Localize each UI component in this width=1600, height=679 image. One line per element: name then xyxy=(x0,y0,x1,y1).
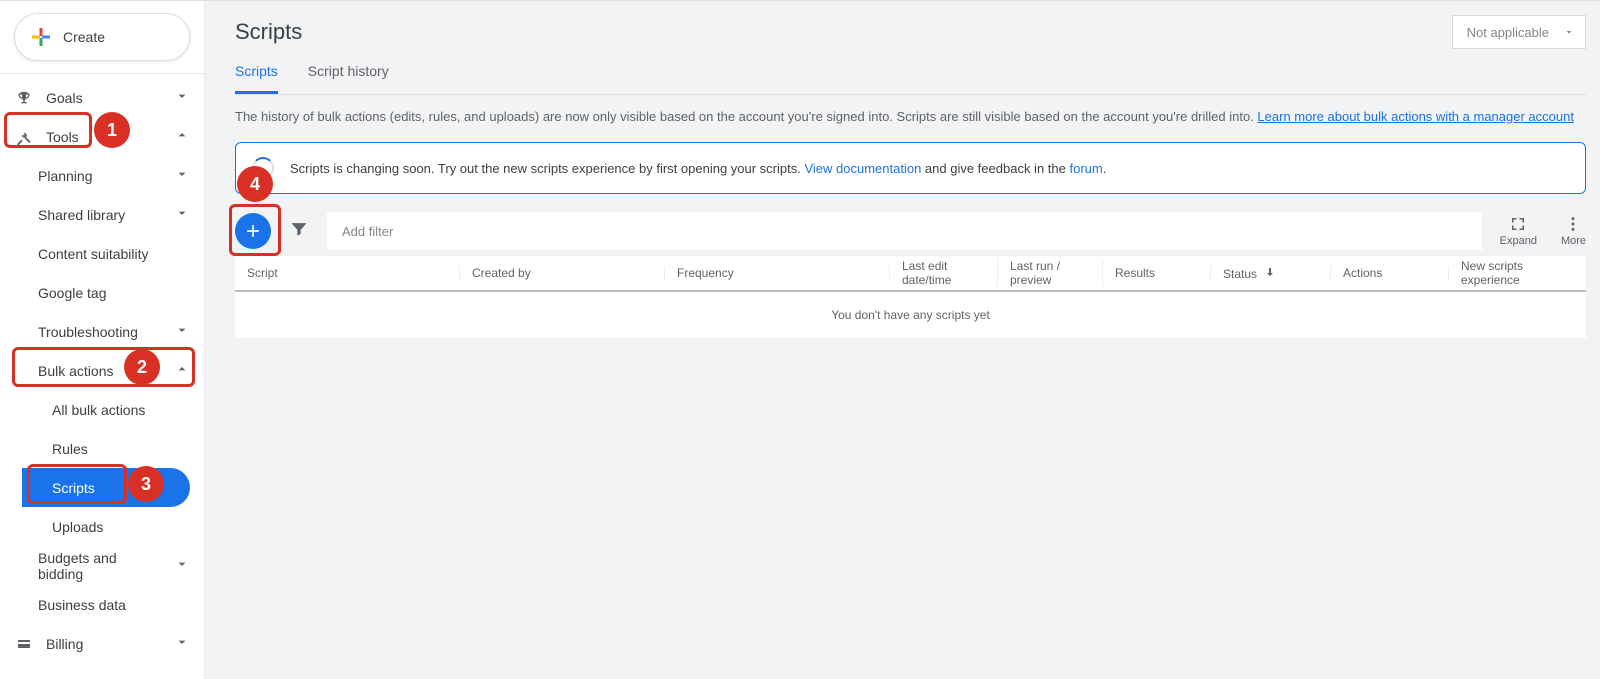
th-script[interactable]: Script xyxy=(235,266,460,280)
view-documentation-link[interactable]: View documentation xyxy=(804,161,921,176)
chevron-down-icon xyxy=(174,634,190,653)
scripts-table: Script Created by Frequency Last edit da… xyxy=(235,256,1586,338)
nav-shared-library[interactable]: Shared library xyxy=(0,195,204,234)
chevron-down-icon xyxy=(174,556,190,575)
forum-link[interactable]: forum xyxy=(1069,161,1102,176)
scope-dropdown[interactable]: Not applicable xyxy=(1452,15,1586,49)
nav-label: All bulk actions xyxy=(52,402,190,418)
chevron-up-icon xyxy=(174,127,190,146)
nav-business-data[interactable]: Business data xyxy=(0,585,204,624)
tab-script-history[interactable]: Script history xyxy=(308,63,389,94)
th-created-by[interactable]: Created by xyxy=(460,266,665,280)
nav-bulk-actions[interactable]: Bulk actions xyxy=(0,351,204,390)
plus-icon xyxy=(243,221,263,241)
learn-more-link[interactable]: Learn more about bulk actions with a man… xyxy=(1257,109,1574,124)
chevron-down-icon xyxy=(174,88,190,107)
trophy-icon xyxy=(14,90,34,106)
chevron-down-icon xyxy=(174,322,190,341)
callout-1: 1 xyxy=(94,112,130,148)
plus-multicolor-icon xyxy=(29,25,53,49)
chevron-down-icon xyxy=(174,205,190,224)
expand-icon xyxy=(1509,215,1527,233)
tab-scripts[interactable]: Scripts xyxy=(235,63,278,94)
more-vert-icon xyxy=(1564,215,1582,233)
nav-label: Budgets and bidding xyxy=(38,550,162,582)
nav-label: Scripts xyxy=(52,480,95,496)
nav-uploads[interactable]: Uploads xyxy=(0,507,204,546)
nav-goals[interactable]: Goals xyxy=(0,78,204,117)
nav-label: Google tag xyxy=(38,285,190,301)
tabs: Scripts Script history xyxy=(235,63,1586,95)
create-label: Create xyxy=(63,29,105,45)
nav-label: Troubleshooting xyxy=(38,324,162,340)
th-frequency[interactable]: Frequency xyxy=(665,266,890,280)
info-text: The history of bulk actions (edits, rule… xyxy=(235,109,1586,124)
nav-label: Shared library xyxy=(38,207,162,223)
nav-scripts[interactable]: Scripts xyxy=(0,468,204,507)
chevron-down-icon xyxy=(174,166,190,185)
chevron-up-icon xyxy=(174,361,190,380)
nav-google-tag[interactable]: Google tag xyxy=(0,273,204,312)
toolbar: Add filter Expand More 4 xyxy=(235,212,1586,250)
nav-label: Rules xyxy=(52,441,190,457)
page-title: Scripts xyxy=(235,19,1586,45)
nav-label: Planning xyxy=(38,168,162,184)
nav-label: Content suitability xyxy=(38,246,190,262)
nav-label: Uploads xyxy=(52,519,190,535)
nav-content-suitability[interactable]: Content suitability xyxy=(0,234,204,273)
tools-icon xyxy=(14,129,34,145)
table-header-row: Script Created by Frequency Last edit da… xyxy=(235,256,1586,292)
nav-budgets[interactable]: Budgets and bidding xyxy=(0,546,204,585)
add-filter-input[interactable]: Add filter xyxy=(327,212,1482,250)
th-last-run[interactable]: Last run / preview xyxy=(998,259,1103,287)
main: Not applicable Scripts Scripts Script hi… xyxy=(205,1,1600,679)
nav-all-bulk-actions[interactable]: All bulk actions xyxy=(0,390,204,429)
caret-down-icon xyxy=(1563,26,1575,38)
th-last-edit[interactable]: Last edit date/time xyxy=(890,259,998,287)
th-actions[interactable]: Actions xyxy=(1331,266,1449,280)
dropdown-label: Not applicable xyxy=(1467,25,1549,40)
callout-2: 2 xyxy=(124,349,160,385)
sidebar: Create Goals Tools Planning Shared libra… xyxy=(0,1,205,679)
sort-desc-icon xyxy=(1264,266,1276,278)
nav-planning[interactable]: Planning xyxy=(0,156,204,195)
card-icon xyxy=(14,636,34,652)
th-new-scripts[interactable]: New scripts experience xyxy=(1449,259,1586,287)
expand-button[interactable]: Expand xyxy=(1500,215,1537,247)
callout-4: 4 xyxy=(237,166,273,202)
nav-troubleshooting[interactable]: Troubleshooting xyxy=(0,312,204,351)
nav-label: Billing xyxy=(46,636,162,652)
nav-rules[interactable]: Rules xyxy=(0,429,204,468)
nav-label: Goals xyxy=(46,90,162,106)
more-button[interactable]: More xyxy=(1561,215,1586,247)
th-status[interactable]: Status xyxy=(1211,266,1331,281)
divider xyxy=(0,73,204,74)
change-banner: Scripts is changing soon. Try out the ne… xyxy=(235,142,1586,194)
add-script-button[interactable] xyxy=(235,213,271,249)
th-results[interactable]: Results xyxy=(1103,266,1211,280)
nav-label: Business data xyxy=(38,597,190,613)
create-button[interactable]: Create xyxy=(14,13,190,61)
callout-3: 3 xyxy=(128,466,164,502)
empty-state: You don't have any scripts yet xyxy=(235,292,1586,338)
nav-billing[interactable]: Billing xyxy=(0,624,204,663)
filter-icon[interactable] xyxy=(289,219,309,244)
